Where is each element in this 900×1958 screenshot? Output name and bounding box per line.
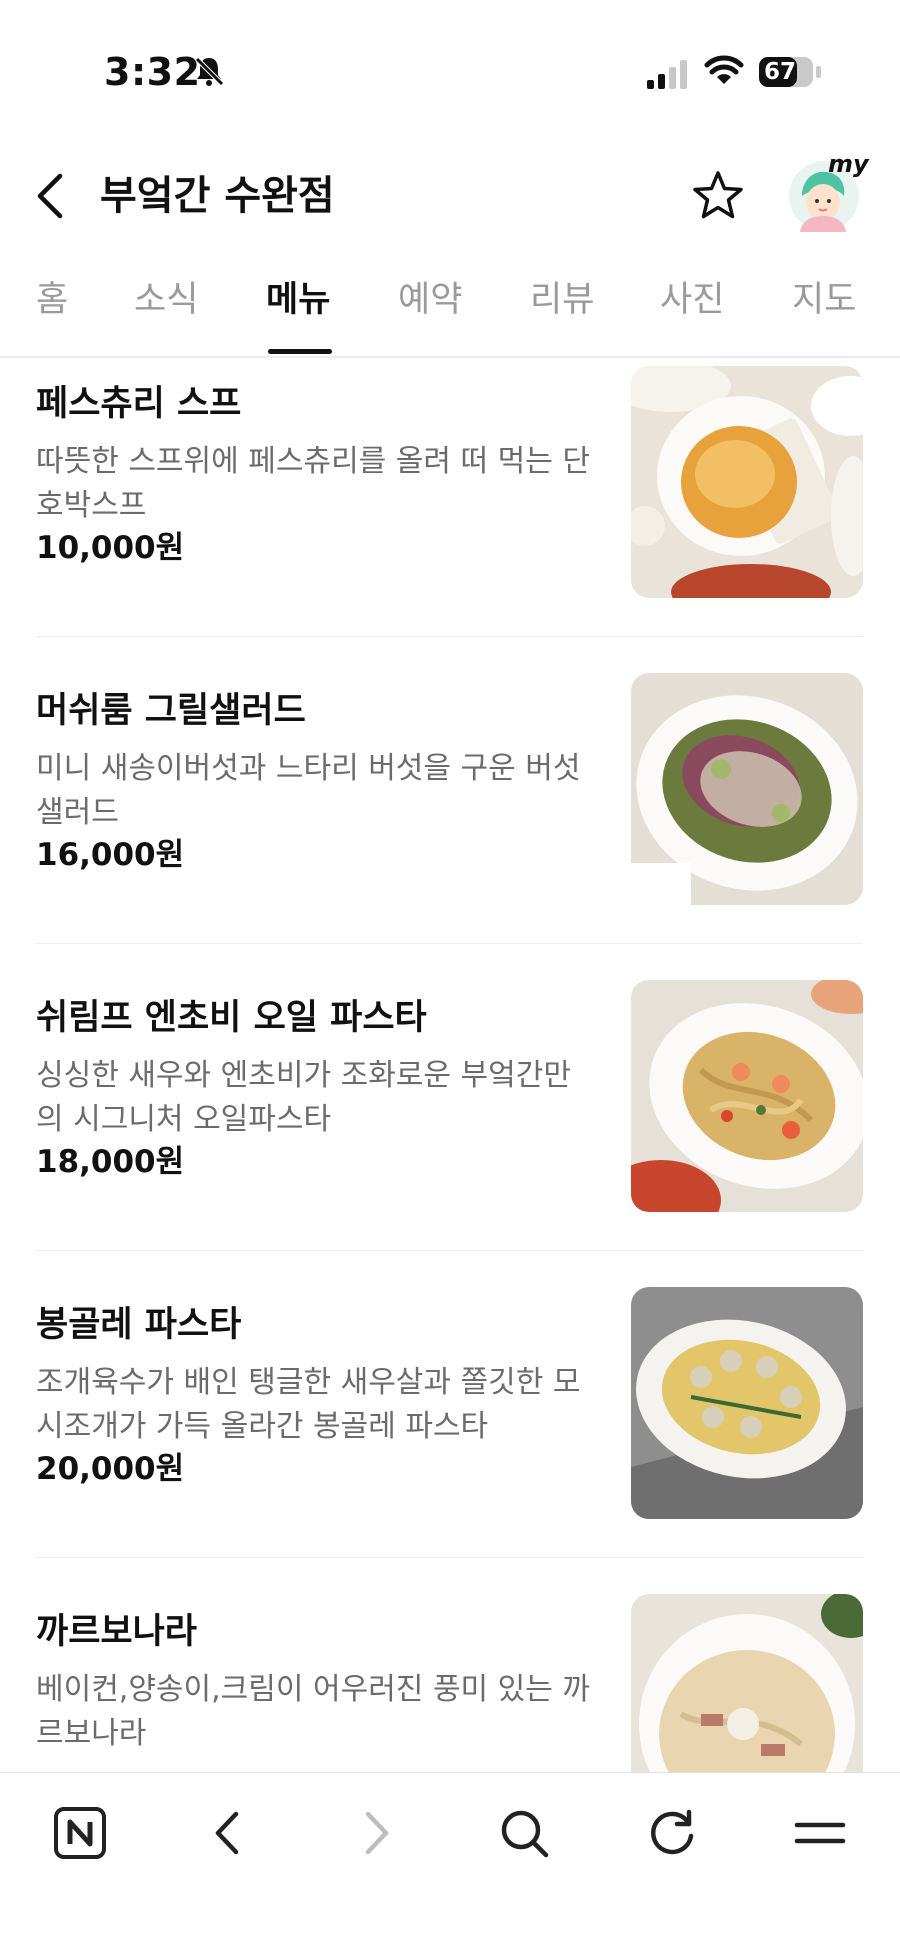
menu-item-photo <box>631 366 863 598</box>
menu-item-photo <box>631 1287 863 1519</box>
menu-item-name: 까르보나라 <box>36 1612 198 1652</box>
app-header: 부엌간 수완점 <box>0 150 900 240</box>
menu-item-name: 페스츄리 스프 <box>36 384 242 424</box>
battery-level: 67 <box>764 59 797 85</box>
menu-item-price: 10,000원 <box>36 530 185 566</box>
bell-slash-icon <box>195 57 224 86</box>
status-time: 3:32 <box>104 50 201 94</box>
status-bar: 3:32 67 <box>0 0 900 140</box>
menu-item-name: 쉬림프 엔초비 오일 파스타 <box>36 998 427 1038</box>
menu-item-price: 20,000원 <box>36 1451 185 1487</box>
menu-item-photo <box>631 673 863 905</box>
tab-reservation[interactable]: 예약 <box>398 276 462 324</box>
tab-home[interactable]: 홈 <box>36 276 68 324</box>
tab-news[interactable]: 소식 <box>134 276 198 324</box>
menu-item-price: 18,000원 <box>36 1144 185 1180</box>
signal-icon <box>647 60 687 89</box>
menu-item[interactable]: 봉골레 파스타 조개육수가 배인 탱글한 새우살과 쫄깃한 모시조개가 가득 올… <box>0 1279 900 1586</box>
menu-list: 페스츄리 스프 따뜻한 스프위에 페스츄리를 올려 떠 먹는 단호박스프 10,… <box>0 358 900 1772</box>
menu-divider <box>36 943 863 944</box>
back-arrow-icon[interactable] <box>30 168 70 224</box>
menu-item-photo <box>631 1594 863 1772</box>
tab-review[interactable]: 리뷰 <box>530 276 594 324</box>
menu-item-description: 싱싱한 새우와 엔초비가 조화로운 부엌간만의 시그니처 오일파스타 <box>36 1058 571 1137</box>
menu-item-description: 베이컨,양송이,크림이 어우러진 풍미 있는 까르보나라 <box>36 1672 591 1751</box>
search-icon[interactable] <box>494 1803 554 1863</box>
menu-item-description: 미니 새송이버섯과 느타리 버섯을 구운 버섯 샐러드 <box>36 751 581 830</box>
menu-item-name: 봉골레 파스타 <box>36 1305 242 1345</box>
menu-item-photo <box>631 980 863 1212</box>
menu-divider <box>36 1557 863 1558</box>
battery-icon: 67 <box>758 56 822 88</box>
menu-divider <box>36 1250 863 1251</box>
menu-item-name: 머쉬룸 그릴샐러드 <box>36 691 306 731</box>
avatar[interactable]: my <box>786 150 869 232</box>
naver-home-icon[interactable] <box>50 1803 110 1863</box>
menu-item-description: 조개육수가 배인 탱글한 새우살과 쫄깃한 모시조개가 가득 올라간 봉골레 파… <box>36 1365 581 1444</box>
wifi-icon <box>704 55 744 84</box>
refresh-icon[interactable] <box>642 1803 702 1863</box>
browser-toolbar <box>0 1772 900 1958</box>
forward-icon[interactable] <box>346 1803 406 1863</box>
tab-map[interactable]: 지도 <box>792 276 856 324</box>
star-icon[interactable] <box>690 168 746 224</box>
tab-bar: 홈 소식 메뉴 예약 리뷰 사진 지도 <box>0 268 900 358</box>
menu-item[interactable]: 까르보나라 베이컨,양송이,크림이 어우러진 풍미 있는 까르보나라 <box>0 1586 900 1772</box>
menu-item[interactable]: 페스츄리 스프 따뜻한 스프위에 페스츄리를 올려 떠 먹는 단호박스프 10,… <box>0 358 900 665</box>
page-title: 부엌간 수완점 <box>100 173 335 219</box>
tab-menu[interactable]: 메뉴 <box>266 276 330 324</box>
menu-divider <box>36 636 863 637</box>
tab-photos[interactable]: 사진 <box>660 276 724 324</box>
tab-active-indicator <box>268 349 332 354</box>
menu-icon[interactable] <box>790 1803 850 1863</box>
back-icon[interactable] <box>198 1803 258 1863</box>
menu-item[interactable]: 쉬림프 엔초비 오일 파스타 싱싱한 새우와 엔초비가 조화로운 부엌간만의 시… <box>0 972 900 1279</box>
menu-item-description: 따뜻한 스프위에 페스츄리를 올려 떠 먹는 단호박스프 <box>36 444 591 523</box>
menu-item-price: 16,000원 <box>36 837 185 873</box>
menu-item[interactable]: 머쉬룸 그릴샐러드 미니 새송이버섯과 느타리 버섯을 구운 버섯 샐러드 16… <box>0 665 900 972</box>
avatar-my-label: my <box>828 150 869 178</box>
